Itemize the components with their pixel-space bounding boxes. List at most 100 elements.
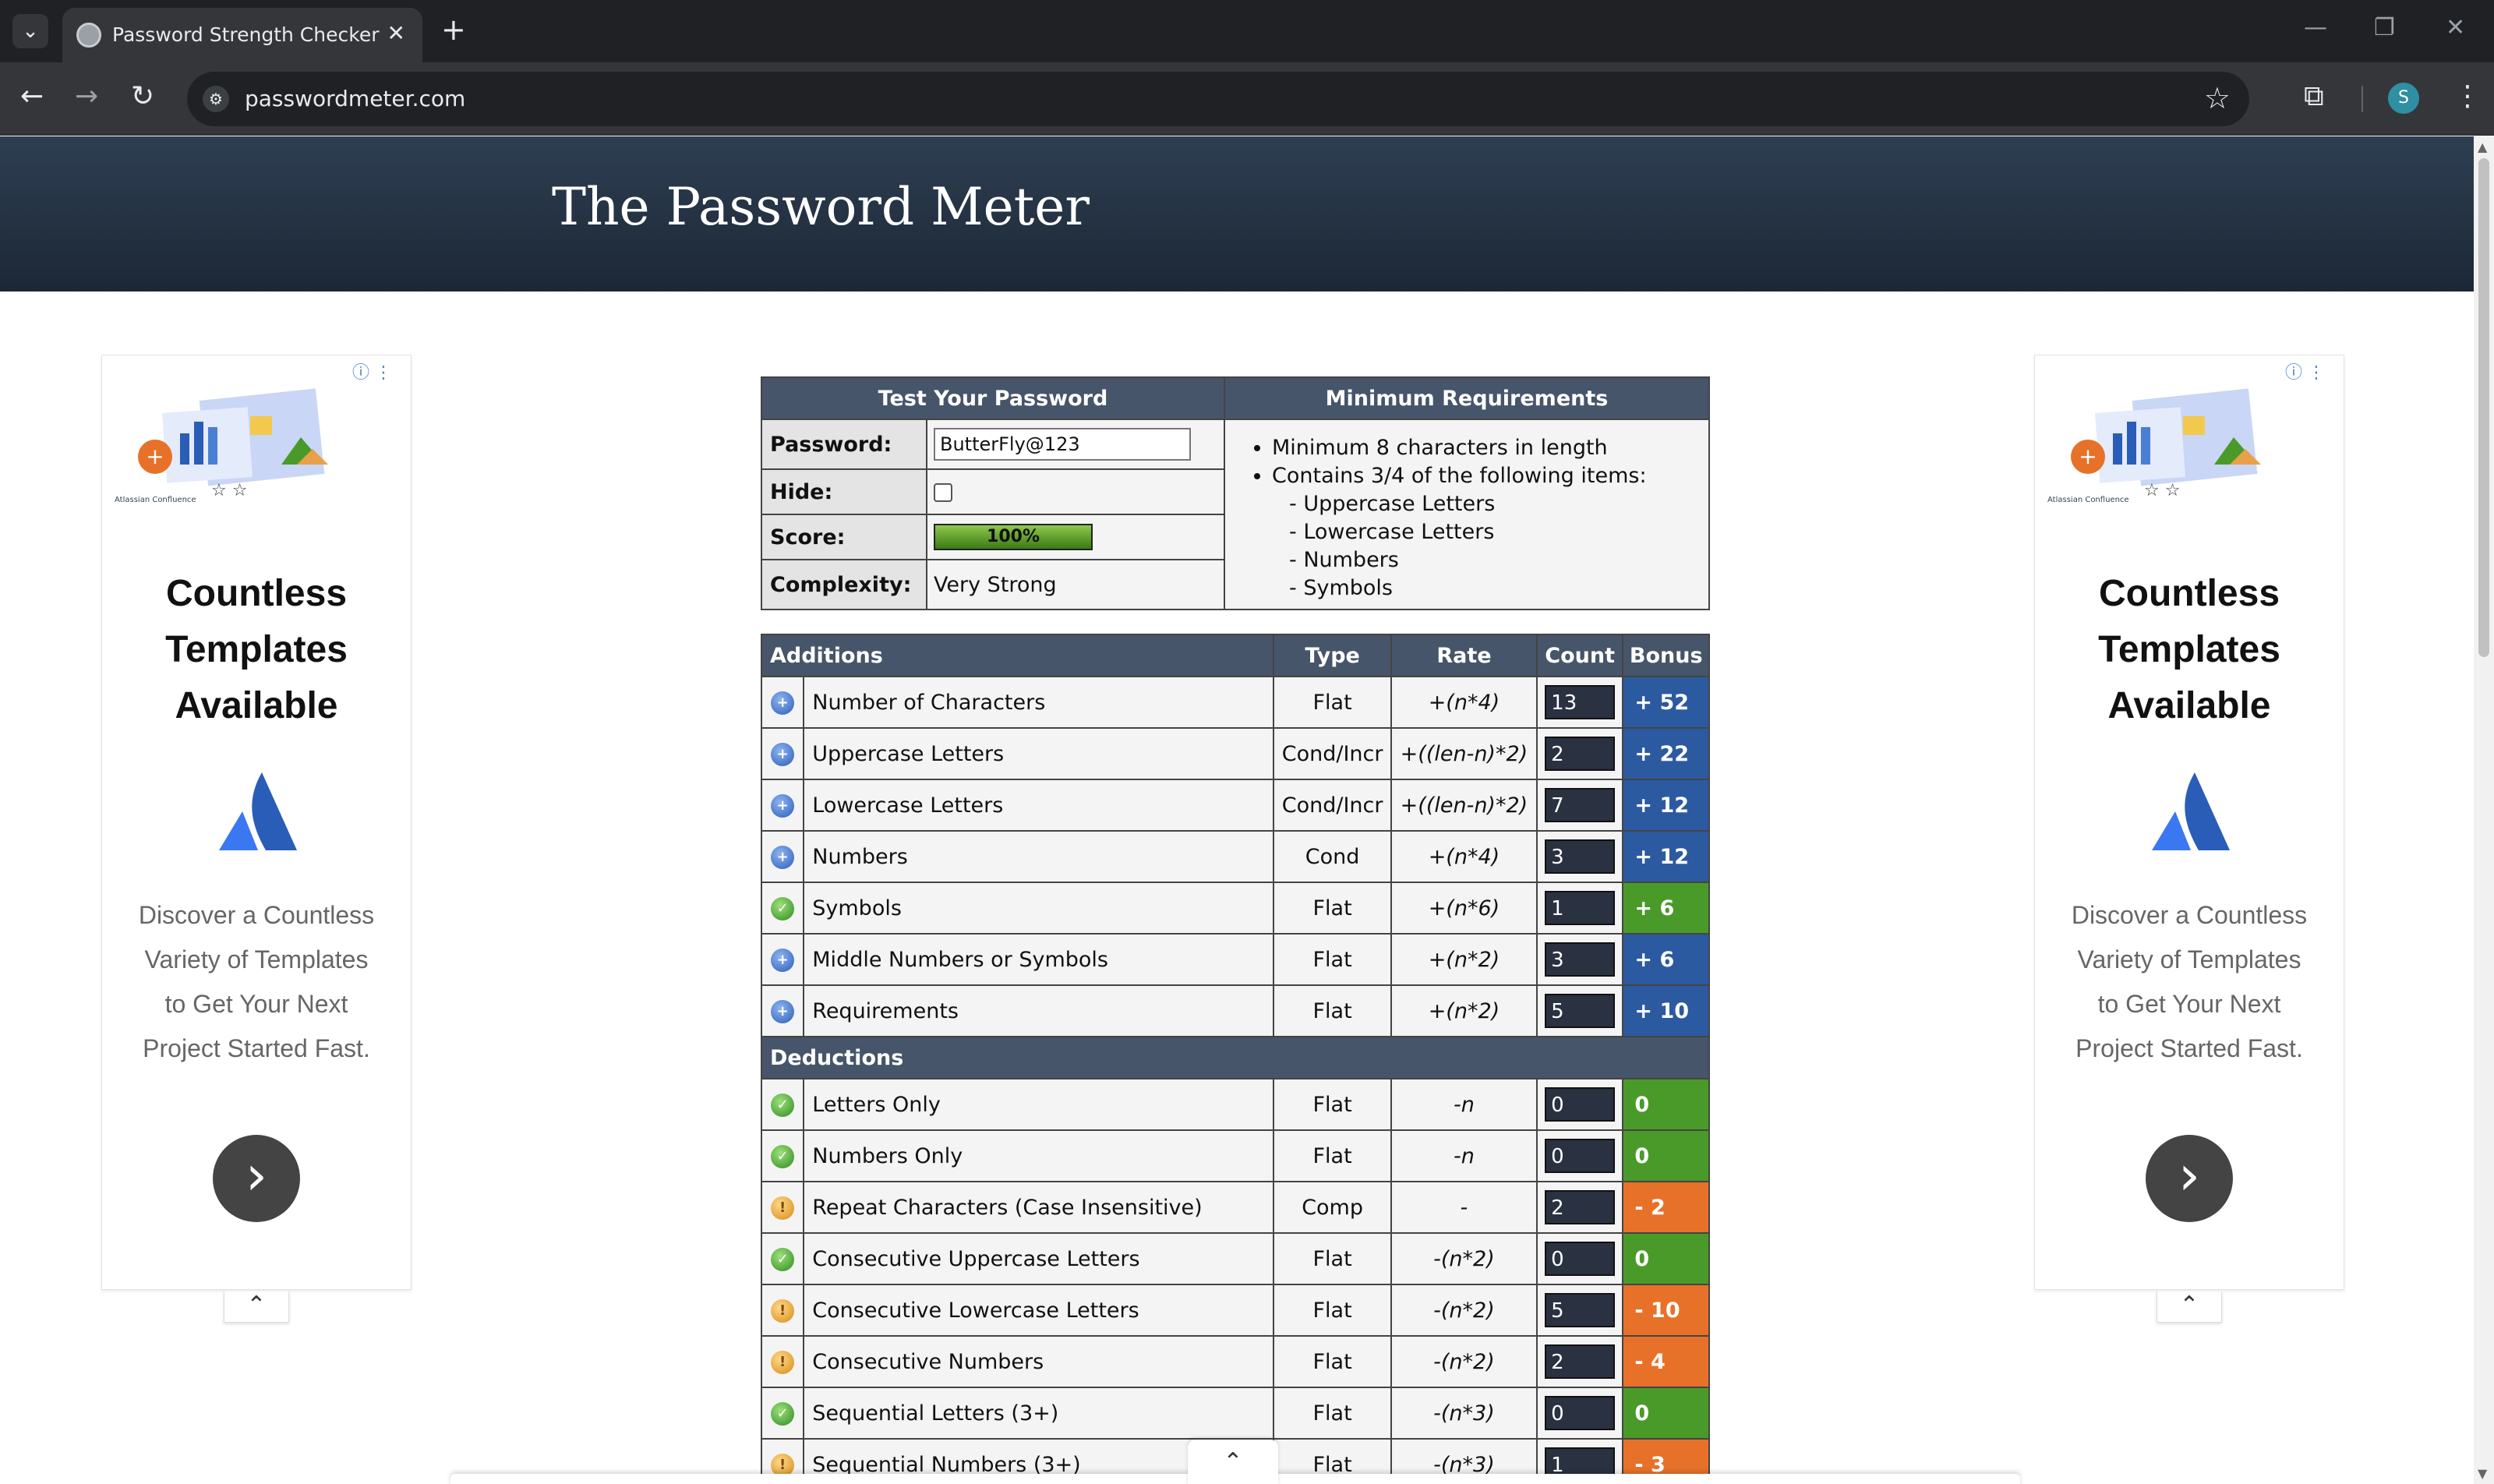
row-count-cell: 0	[1535, 1078, 1624, 1131]
page-scrollbar[interactable]: ▲ ▼	[2474, 136, 2494, 1484]
row-count-cell: 1	[1535, 882, 1624, 935]
complexity-label: Complexity:	[761, 559, 927, 610]
password-label: Password:	[761, 419, 927, 470]
extensions-icon[interactable]: ⧉	[2304, 80, 2324, 114]
row-type: Flat	[1273, 1129, 1392, 1182]
row-type: Flat	[1273, 1284, 1392, 1337]
row-count-cell: 13	[1535, 676, 1624, 729]
score-label: Score:	[761, 514, 927, 560]
site-info-icon[interactable]: ⚙	[203, 86, 229, 112]
svg-text:+: +	[146, 443, 164, 469]
row-count-cell: 3	[1535, 830, 1624, 883]
ad-left[interactable]: ⓘ ⋮ + ☆ ☆ Atlassian Confluence Countless…	[101, 355, 412, 1290]
hide-checkbox[interactable]	[934, 483, 952, 502]
toolbar-divider	[2362, 86, 2363, 112]
ad-brand: Atlassian Confluence	[115, 496, 196, 504]
bottom-expand-chevron-icon[interactable]: ⌃	[1188, 1440, 1278, 1484]
row-name: Symbols	[803, 882, 1275, 935]
ad-next-arrow-icon[interactable]: ›	[213, 1135, 300, 1222]
ad-heading: Countless Templates Available	[2098, 573, 2280, 726]
row-name: Middle Numbers or Symbols	[803, 933, 1275, 986]
row-rate: -(n*3)	[1390, 1387, 1538, 1440]
row-type: Comp	[1273, 1181, 1392, 1234]
row-rate: +(n*4)	[1390, 676, 1538, 729]
row-count: 2	[1545, 737, 1616, 771]
requirement-item: Minimum 8 characters in length	[1272, 434, 1708, 462]
menu-kebab-icon[interactable]: ⋮	[2453, 80, 2482, 114]
warning-circle-icon: !	[771, 1298, 795, 1323]
plus-circle-icon: +	[771, 793, 795, 818]
row-icon-cell: ✓	[760, 1129, 805, 1182]
row-rate: -(n*2)	[1390, 1232, 1538, 1285]
ad-right[interactable]: ⓘ ⋮ + ☆ ☆ Atlassian Confluence Countless…	[2034, 355, 2344, 1290]
row-name: Letters Only	[803, 1078, 1275, 1131]
row-count: 13	[1545, 685, 1616, 719]
requirements-list: Minimum 8 characters in length Contains …	[1224, 419, 1710, 610]
row-bonus: 0	[1622, 1232, 1710, 1285]
row-icon-cell: ✓	[760, 1387, 805, 1440]
row-name: Number of Characters	[803, 676, 1275, 729]
row-name: Numbers	[803, 830, 1275, 883]
row-rate: +(n*4)	[1390, 830, 1538, 883]
row-name: Uppercase Letters	[803, 727, 1275, 780]
row-bonus: 0	[1622, 1078, 1710, 1131]
table-row: + Middle Numbers or Symbols Flat +(n*2) 3 + 6	[760, 933, 1710, 986]
row-count: 1	[1545, 891, 1616, 925]
type-header: Type	[1273, 634, 1392, 677]
row-rate: +(n*2)	[1390, 933, 1538, 986]
back-arrow-icon[interactable]: ←	[20, 80, 44, 114]
row-count: 0	[1545, 1242, 1616, 1276]
warning-circle-icon: !	[771, 1196, 795, 1220]
minimize-icon[interactable]: —	[2304, 14, 2327, 41]
check-circle-icon: ✓	[771, 896, 795, 920]
window-close-icon[interactable]: ✕	[2446, 14, 2465, 41]
reload-icon[interactable]: ↻	[131, 80, 154, 114]
browser-tab[interactable]: Password Strength Checker ✕	[62, 8, 422, 62]
row-count: 3	[1545, 942, 1616, 977]
row-bonus: + 52	[1622, 676, 1710, 729]
table-row: ! Consecutive Lowercase Letters Flat -(n*2)…	[760, 1284, 1710, 1337]
row-icon-cell: ✓	[760, 882, 805, 935]
check-circle-icon: ✓	[771, 1401, 795, 1426]
rate-header: Rate	[1390, 634, 1538, 677]
row-bonus: 0	[1622, 1129, 1710, 1182]
ad-collapse-chevron-icon[interactable]: ⌃	[2157, 1291, 2222, 1323]
table-row: + Numbers Cond +(n*4) 3 + 12	[760, 830, 1710, 883]
ad-next-arrow-icon[interactable]: ›	[2146, 1135, 2233, 1222]
row-count-cell: 5	[1535, 984, 1624, 1037]
table-row: ✓ Letters Only Flat -n 0 0	[760, 1078, 1710, 1131]
row-type: Flat	[1273, 676, 1392, 729]
table-row: + Number of Characters Flat +(n*4) 13 + 52	[760, 676, 1710, 729]
plus-circle-icon: +	[771, 845, 795, 869]
ad-collapse-chevron-icon[interactable]: ⌃	[224, 1291, 289, 1323]
atlassian-logo-icon	[2152, 772, 2230, 850]
row-rate: +(n*6)	[1390, 882, 1538, 935]
forward-arrow-icon[interactable]: →	[75, 80, 98, 114]
scroll-down-icon[interactable]: ▼	[2478, 1466, 2487, 1481]
tab-title: Password Strength Checker	[112, 23, 380, 46]
test-password-table: Test Your Password Minimum Requirements …	[761, 376, 1710, 610]
tab-search-chevron-icon[interactable]: ⌄	[12, 14, 48, 48]
check-circle-icon: ✓	[771, 1247, 795, 1271]
row-count: 0	[1545, 1139, 1616, 1173]
restore-icon[interactable]: ❐	[2374, 14, 2395, 41]
close-icon[interactable]: ✕	[387, 20, 405, 46]
address-bar[interactable]: ⚙ passwordmeter.com ☆	[187, 72, 2249, 126]
bookmark-star-icon[interactable]: ☆	[2204, 81, 2231, 115]
row-name: Sequential Letters (3+)	[803, 1387, 1275, 1440]
row-icon-cell: +	[760, 676, 805, 729]
row-rate: -(n*2)	[1390, 1284, 1538, 1337]
row-count: 5	[1545, 1293, 1616, 1327]
ad-text: Discover a Countless Variety of Template…	[2071, 901, 2308, 1062]
url-text[interactable]: passwordmeter.com	[245, 86, 465, 111]
row-name: Requirements	[803, 984, 1275, 1037]
profile-avatar[interactable]: S	[2388, 83, 2419, 114]
new-tab-plus-icon[interactable]: +	[441, 12, 466, 47]
table-row: + Uppercase Letters Cond/Incr +((len-n)*2) 2…	[760, 727, 1710, 780]
scroll-thumb[interactable]	[2478, 158, 2489, 657]
ad-brand: Atlassian Confluence	[2047, 496, 2129, 504]
scroll-up-icon[interactable]: ▲	[2478, 140, 2487, 154]
password-input[interactable]	[934, 428, 1191, 461]
row-icon-cell: ✓	[760, 1078, 805, 1131]
row-bonus: - 4	[1622, 1335, 1710, 1388]
